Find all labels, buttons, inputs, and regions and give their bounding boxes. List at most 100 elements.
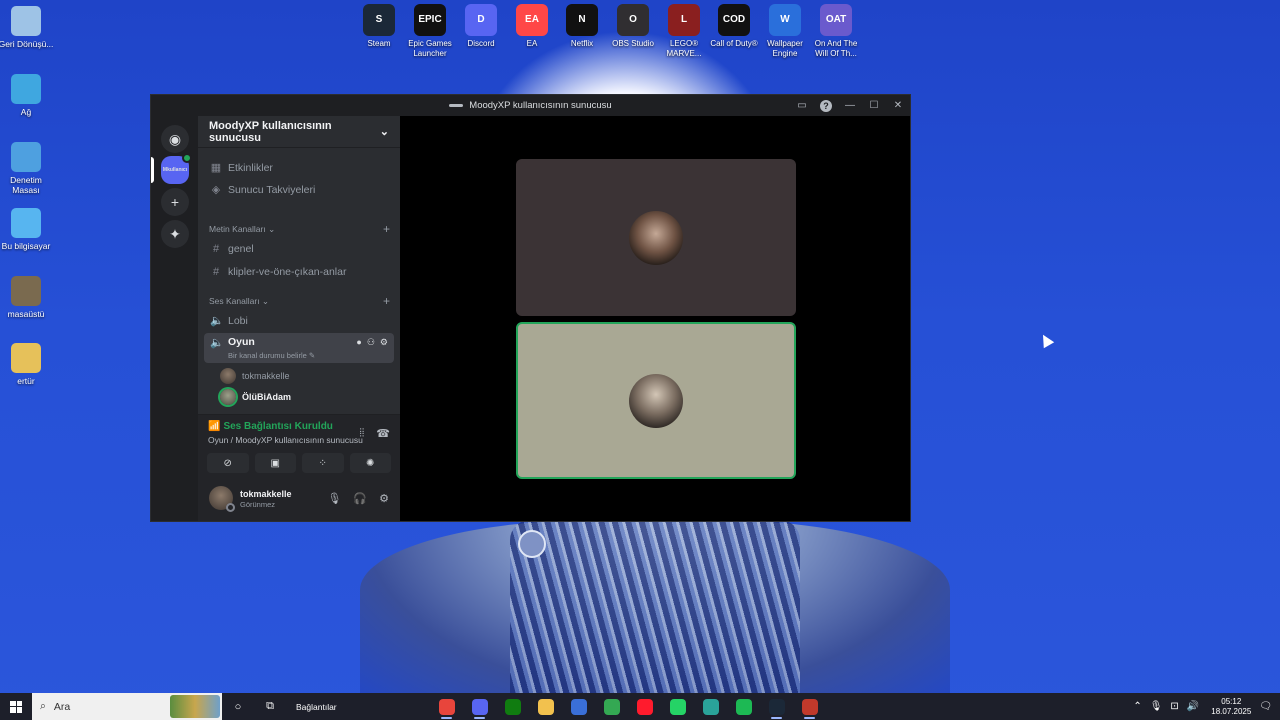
taskbar-app[interactable] xyxy=(661,693,694,720)
text-category[interactable]: Metin Kanalları ⌄ + xyxy=(209,222,390,236)
soundboard-button[interactable]: ✺ xyxy=(349,453,391,473)
ea-icon: EA xyxy=(516,4,548,36)
taskbar-app[interactable] xyxy=(793,693,826,720)
voice-user[interactable]: ÖlüBiAdam xyxy=(220,388,291,406)
participant-tile-speaking[interactable] xyxy=(516,322,796,479)
desktop-icon[interactable]: masaüstü xyxy=(0,276,56,319)
help-icon[interactable]: ? xyxy=(814,95,838,116)
voice-status-title[interactable]: Ses Bağlantısı Kuruldu xyxy=(223,421,332,432)
microphone-icon[interactable]: 🎙 xyxy=(327,492,341,505)
voice-user[interactable]: tokmakkelle xyxy=(220,367,290,385)
gear-icon[interactable]: ⚙ xyxy=(379,492,389,505)
user-name[interactable]: tokmakkelle xyxy=(240,489,292,499)
discover-icon[interactable]: ✦ xyxy=(161,220,189,248)
microphone-icon[interactable]: 🎙 xyxy=(1150,701,1163,712)
invite-icon[interactable]: ⚇ xyxy=(367,337,375,348)
noise-suppression-icon[interactable]: ⦙⦙ xyxy=(359,427,364,440)
minimize-button[interactable]: — xyxy=(838,95,862,116)
hashtag-icon: # xyxy=(212,265,220,278)
participant-tile[interactable] xyxy=(516,159,796,316)
chat-icon[interactable]: ● xyxy=(356,337,361,348)
discord-home-icon[interactable]: ◉ xyxy=(161,125,189,153)
voice-channel-oyun[interactable]: 🔈 Oyun Bir kanal durumu belirle ✎ ● ⚇ ⚙ xyxy=(204,333,394,363)
screen-share-button[interactable]: ▣ xyxy=(254,453,296,473)
channel-status-hint[interactable]: Bir kanal durumu belirle xyxy=(228,351,307,360)
taskbar-app[interactable] xyxy=(529,693,562,720)
headphones-icon[interactable]: 🎧 xyxy=(353,492,367,505)
desktop-icon-label: Geri Dönüşü... xyxy=(0,39,54,49)
channel-klipler[interactable]: # klipler-ve-öne-çıkan-anlar xyxy=(204,261,394,282)
task-view-icon[interactable]: ⧉ xyxy=(254,693,286,720)
inbox-icon[interactable]: ▭ xyxy=(790,95,814,116)
clock[interactable]: 05:12 18.07.2025 xyxy=(1211,697,1251,717)
voice-category[interactable]: Ses Kanalları ⌄ + xyxy=(209,294,390,308)
server-header[interactable]: MoodyXP kullanıcısının sunucusu ⌄ xyxy=(198,116,400,148)
voice-channel-lobi[interactable]: 🔈 Lobi xyxy=(204,310,394,331)
taskbar-app[interactable] xyxy=(727,693,760,720)
network-icon[interactable]: ⊡ xyxy=(1170,701,1178,712)
taskbar-app[interactable] xyxy=(595,693,628,720)
notifications-icon[interactable]: 🗨 xyxy=(1259,701,1272,712)
desktop-icon[interactable]: EPIC Epic Games Launcher xyxy=(404,4,456,59)
voice-user-name: tokmakkelle xyxy=(242,371,290,381)
volume-icon[interactable]: 🔊 xyxy=(1187,701,1199,712)
desktop-icon[interactable]: EA EA xyxy=(506,4,558,49)
desktop-icon[interactable]: OAT On And The Will Of Th... xyxy=(810,4,862,59)
taskbar-app[interactable] xyxy=(562,693,595,720)
channel-genel[interactable]: # genel xyxy=(204,238,394,259)
discord-icon: D xyxy=(465,4,497,36)
taskbar-app[interactable] xyxy=(430,693,463,720)
desktop-icon[interactable]: O OBS Studio xyxy=(607,4,659,49)
desktop-icon-label: ertür xyxy=(17,376,35,386)
start-button[interactable] xyxy=(0,693,32,720)
camera-off-button[interactable]: ⊘ xyxy=(207,453,249,473)
search-box[interactable]: ⌕ Ara xyxy=(32,693,222,720)
desktop-icon[interactable]: Denetim Masası xyxy=(0,142,56,195)
boosts-label: Sunucu Takviyeleri xyxy=(228,183,316,196)
network-icon xyxy=(11,74,41,104)
desktop-icon-label: OBS Studio xyxy=(612,39,654,48)
desktop-icon[interactable]: Bu bilgisayar xyxy=(0,208,56,251)
add-voice-channel-icon[interactable]: + xyxy=(383,294,390,308)
server-avatar[interactable]: Mkullanıcı xyxy=(161,153,192,184)
server-rail: ◉ Mkullanıcı + ✦ xyxy=(151,116,198,521)
desktop-icon[interactable]: N Netflix xyxy=(556,4,608,49)
server-boosts-item[interactable]: ◈ Sunucu Takviyeleri xyxy=(204,179,394,200)
chevron-up-icon[interactable]: ⌃ xyxy=(1133,701,1141,712)
add-server-icon[interactable]: + xyxy=(161,188,189,216)
close-button[interactable]: ✕ xyxy=(886,95,910,116)
desktop-icon[interactable]: ertür xyxy=(0,343,56,386)
netflix-icon: N xyxy=(566,4,598,36)
signal-icon: 📶 xyxy=(208,421,221,432)
taskbar-app[interactable] xyxy=(628,693,661,720)
title-bar[interactable]: MoodyXP kullanıcısının sunucusu ▭ ? — ☐ … xyxy=(151,95,910,116)
desktop-icon-label: Epic Games Launcher xyxy=(408,39,452,58)
clock-date: 18.07.2025 xyxy=(1211,706,1252,716)
obs-icon xyxy=(801,698,818,715)
voice-status-subtitle[interactable]: Oyun / MoodyXP kullanıcısının sunucusu xyxy=(208,435,363,445)
desktop-icon[interactable]: W Wallpaper Engine xyxy=(759,4,811,59)
events-item[interactable]: ▦ Etkinlikler xyxy=(204,157,394,178)
taskbar-app[interactable] xyxy=(496,693,529,720)
maximize-button[interactable]: ☐ xyxy=(862,95,886,116)
server-name: MoodyXP kullanıcısının sunucusu xyxy=(209,119,332,144)
gear-icon[interactable]: ⚙ xyxy=(380,337,388,348)
call-of-duty-icon: COD xyxy=(718,4,750,36)
desktop-icon[interactable]: S Steam xyxy=(353,4,405,49)
links-toolbar[interactable]: Bağlantılar xyxy=(286,702,347,712)
add-text-channel-icon[interactable]: + xyxy=(383,222,390,236)
avatar[interactable] xyxy=(209,486,235,512)
user-panel: tokmakkelle Görünmez 🎙 🎧 ⚙ xyxy=(198,478,400,521)
desktop-icon[interactable]: Geri Dönüşü... xyxy=(0,6,56,49)
desktop-icon[interactable]: D Discord xyxy=(455,4,507,49)
desktop-icon[interactable]: Ağ xyxy=(0,74,56,117)
disconnect-icon[interactable]: ☎ xyxy=(376,427,390,440)
taskbar-app[interactable] xyxy=(463,693,496,720)
taskbar-app[interactable] xyxy=(694,693,727,720)
taskbar-app[interactable] xyxy=(760,693,793,720)
activities-button[interactable]: ⁘ xyxy=(302,453,344,473)
desktop-icon[interactable]: L LEGO® MARVE... xyxy=(658,4,710,59)
cortana-icon[interactable]: ○ xyxy=(222,693,254,720)
desktop-icon[interactable]: COD Call of Duty® xyxy=(708,4,760,49)
speaker-icon: 🔈 xyxy=(210,337,224,349)
